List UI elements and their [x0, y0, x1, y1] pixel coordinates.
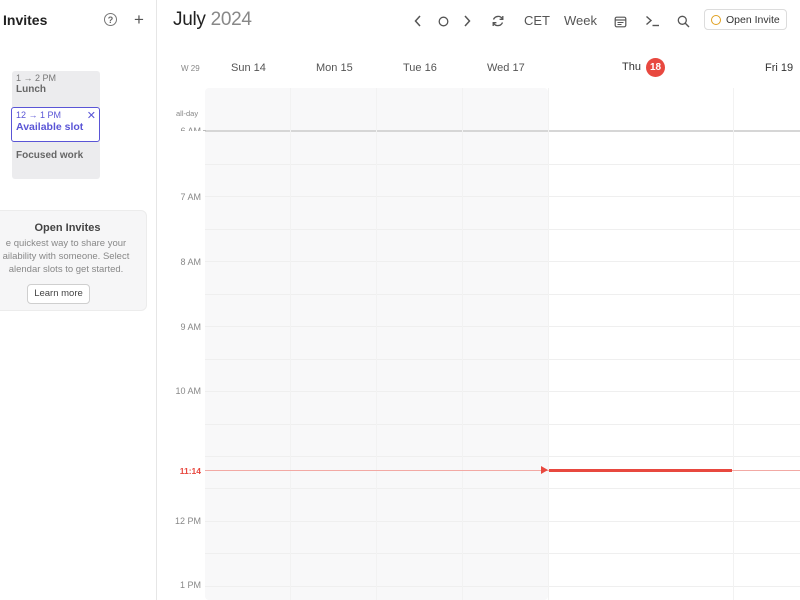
- current-time-arrow-icon: [541, 466, 548, 474]
- day-header-wed[interactable]: Wed 17: [487, 62, 525, 74]
- all-day-label: all-day: [176, 109, 199, 118]
- time-label-7am: 7 AM: [180, 192, 201, 202]
- open-invites-description: e quickest way to share your ailability …: [2, 238, 130, 275]
- view-selector[interactable]: Week: [564, 13, 597, 28]
- chevron-right-icon[interactable]: [460, 12, 474, 30]
- month-name: July: [173, 9, 206, 30]
- slot-focused-work[interactable]: Focused work: [12, 147, 100, 163]
- slot-name: Available slot: [16, 121, 84, 133]
- slot-time: 12 → 1 PM: [16, 110, 62, 120]
- hour-line: [205, 488, 800, 489]
- open-invites-title: Open Invites: [34, 222, 101, 234]
- hour-line: [205, 326, 800, 327]
- slot-name: Lunch: [16, 84, 46, 95]
- terminal-icon[interactable]: [643, 12, 661, 30]
- hour-line: [205, 424, 800, 425]
- slot-name: Focused work: [16, 150, 84, 161]
- month-title: July 2024: [173, 9, 252, 31]
- year: 2024: [210, 9, 252, 30]
- circle-today-icon[interactable]: [436, 12, 450, 30]
- close-icon[interactable]: ✕: [87, 109, 96, 122]
- time-label-10am: 10 AM: [175, 386, 201, 396]
- hour-line: [205, 196, 800, 197]
- hour-line: [205, 586, 800, 587]
- slot-list: 1 → 2 PM Lunch 12 → 1 PM Available slot …: [11, 71, 100, 179]
- day-header-fri[interactable]: Fri 19: [765, 62, 793, 74]
- day-divider: [290, 88, 291, 600]
- hour-line: [205, 391, 800, 392]
- day-divider: [733, 88, 734, 600]
- chevron-left-icon[interactable]: [411, 12, 425, 30]
- refresh-icon[interactable]: [490, 12, 506, 30]
- invite-icon: [711, 14, 721, 25]
- slot-available[interactable]: 12 → 1 PM Available slot ✕: [11, 107, 100, 142]
- open-invite-button[interactable]: Open Invite: [704, 9, 787, 30]
- hour-line: [205, 553, 800, 554]
- open-invites-card: Open Invites e quickest way to share you…: [0, 210, 147, 311]
- week-number: W 29: [181, 64, 200, 73]
- hour-line: [205, 456, 800, 457]
- hour-line: [205, 359, 800, 360]
- learn-more-button[interactable]: Learn more: [27, 284, 90, 304]
- hour-line: [205, 229, 800, 230]
- hour-line: [205, 261, 800, 262]
- time-label-1pm: 1 PM: [179, 580, 201, 590]
- time-label-8am: 8 AM: [180, 257, 201, 267]
- plus-icon[interactable]: +: [130, 10, 148, 29]
- hour-line: [205, 164, 800, 165]
- day-header-sun[interactable]: Sun 14: [231, 62, 266, 74]
- calendar-icon[interactable]: [612, 12, 628, 30]
- timezone-button[interactable]: CET: [524, 13, 550, 28]
- all-day-divider: [205, 130, 800, 132]
- sidebar: Invites ? + 1 → 2 PM Lunch 12 → 1 PM Ava…: [0, 0, 157, 600]
- current-time-today-line: [549, 469, 732, 472]
- day-header-tue[interactable]: Tue 16: [403, 62, 437, 74]
- day-header-thu[interactable]: Thu 18: [622, 58, 666, 77]
- sidebar-title: Invites: [3, 12, 48, 28]
- time-label-12pm: 12 PM: [174, 516, 201, 526]
- slot-lunch[interactable]: 1 → 2 PM Lunch: [12, 71, 100, 105]
- hour-tick: [203, 130, 206, 131]
- day-label: Thu: [622, 61, 641, 73]
- current-time-label: 11:14: [179, 466, 201, 476]
- open-invite-label: Open Invite: [726, 13, 780, 26]
- day-divider: [462, 88, 463, 600]
- calendar-grid[interactable]: [205, 88, 800, 600]
- day-divider: [376, 88, 377, 600]
- time-label-9am: 9 AM: [180, 322, 201, 332]
- search-icon[interactable]: [675, 12, 691, 30]
- day-divider: [548, 88, 549, 600]
- question-circle-icon[interactable]: ?: [104, 13, 117, 26]
- day-header-mon[interactable]: Mon 15: [316, 62, 353, 74]
- today-badge: 18: [646, 58, 666, 77]
- hour-line: [205, 294, 800, 295]
- hour-line: [205, 521, 800, 522]
- time-label-6am: 6 AM: [180, 126, 201, 131]
- slot-time: 1 → 2 PM: [16, 73, 57, 83]
